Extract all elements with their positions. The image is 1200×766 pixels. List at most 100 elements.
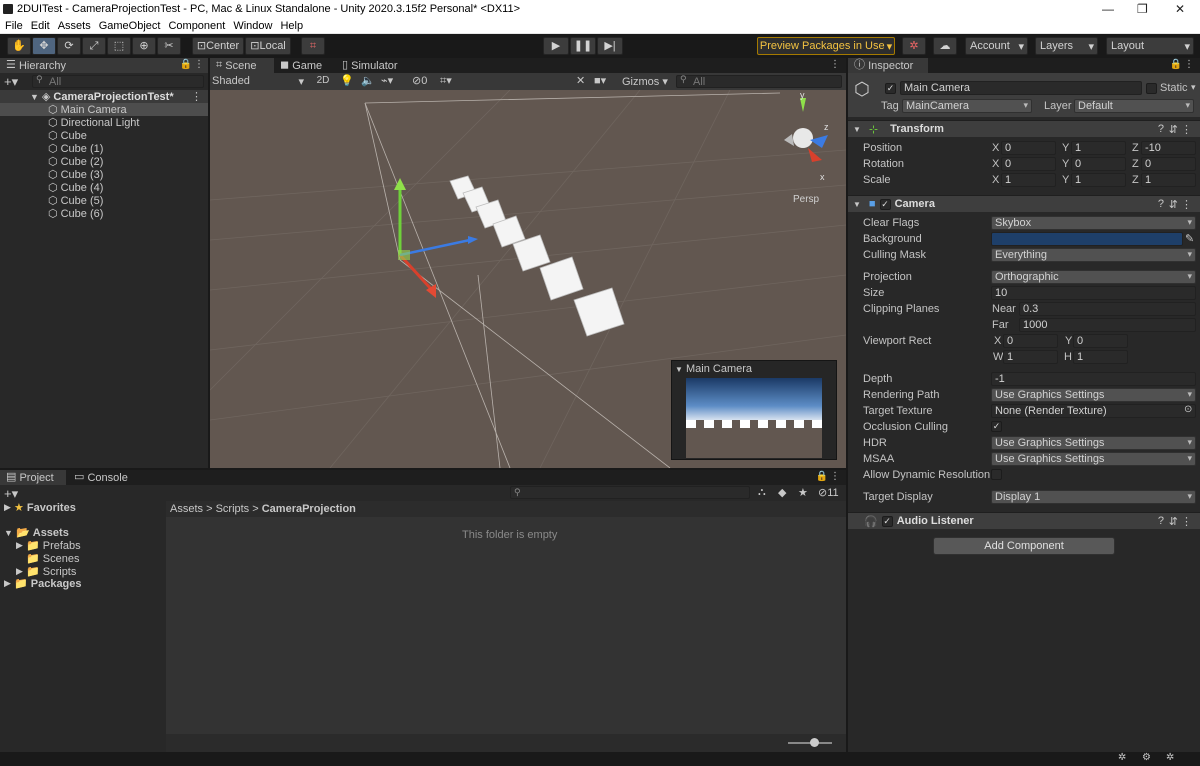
favorites-item[interactable]: ▶ ★ Favorites [4,501,76,515]
lock-icon[interactable]: 🔒 [816,471,828,482]
filter-label-icon[interactable]: ◆ [778,486,786,499]
tab-project[interactable]: ▤ Project [0,470,66,485]
position-x-field[interactable]: 0 [1001,141,1056,155]
camera-header[interactable]: ▼ ■ ✓ Camera ? ⇵ ⋮ [848,195,1200,212]
kebab-menu-icon[interactable]: ⋮ [830,471,840,482]
scene-search-input[interactable]: All [676,75,842,88]
rotation-y-field[interactable]: 0 [1071,157,1126,171]
tab-game[interactable]: ◼ Game [274,58,334,73]
audio-listener-checkbox[interactable]: ✓ [881,515,893,527]
persp-label[interactable]: Persp [793,194,820,205]
layer-dropdown[interactable]: Default [1074,99,1194,113]
presets-icon[interactable]: ⇵ [1169,198,1178,211]
project-search-input[interactable]: ⚲ [510,486,750,499]
play-button[interactable]: ▶ [543,37,569,55]
kebab-menu-icon[interactable]: ⋮ [830,59,840,70]
add-icon[interactable]: +▾ [4,74,18,90]
menu-window[interactable]: Window [233,20,272,32]
menu-edit[interactable]: Edit [31,20,50,32]
hierarchy-item[interactable]: ⬡ Cube (2) [0,155,208,169]
rotation-x-field[interactable]: 0 [1001,157,1056,171]
occlusion-culling-checkbox[interactable]: ✓ [991,421,1002,432]
viewport-h-field[interactable]: 1 [1073,350,1128,364]
position-y-field[interactable]: 1 [1071,141,1126,155]
scale-tool-icon[interactable]: ⤢ [82,37,106,55]
object-picker-icon[interactable]: ⊙ [1184,404,1192,415]
pivot-local-button[interactable]: ⊡ Local [245,37,291,55]
viewport-x-field[interactable]: 0 [1003,334,1058,348]
target-display-dropdown[interactable]: Display 1 [991,490,1196,504]
audio-listener-header[interactable]: 🎧 ✓ Audio Listener ? ⇵ ⋮ [848,512,1200,529]
hierarchy-item[interactable]: ⬡ Cube (1) [0,142,208,156]
hdr-dropdown[interactable]: Use Graphics Settings [991,436,1196,450]
assets-folder[interactable]: ▼ 📂 Assets [4,526,69,540]
lock-icon[interactable]: 🔒 [180,59,192,70]
filter-type-icon[interactable]: ⛬ [758,486,766,499]
position-z-field[interactable]: -10 [1141,141,1196,155]
size-field[interactable]: 10 [991,286,1196,300]
minimize-icon[interactable]: — [1102,2,1114,16]
pivot-center-button[interactable]: ⊡ Center [192,37,244,55]
transform-tool-icon[interactable]: ⊕ [132,37,156,55]
gizmos-dropdown[interactable]: Gizmos ▾ [622,75,668,88]
menu-assets[interactable]: Assets [58,20,91,32]
breadcrumb-current[interactable]: CameraProjection [262,503,356,515]
viewport-w-field[interactable]: 1 [1003,350,1058,364]
audio-icon[interactable]: 🔈 [361,74,375,87]
static-dropdown-icon[interactable]: ▾ [1191,82,1196,93]
presets-icon[interactable]: ⇵ [1169,123,1178,136]
tab-console[interactable]: ▭ Console [68,470,134,485]
static-checkbox[interactable] [1146,83,1157,94]
rect-tool-icon[interactable]: ⬚ [107,37,131,55]
hierarchy-item[interactable]: ⬡ Cube (5) [0,194,208,208]
favorite-star-icon[interactable]: ★ [798,486,808,499]
component-menu-icon[interactable]: ⋮ [1181,123,1192,136]
menu-gameobject[interactable]: GameObject [99,20,161,32]
scene-menu-icon[interactable]: ⋮ [191,90,202,103]
add-component-button[interactable]: Add Component [933,537,1115,555]
hierarchy-item[interactable]: ⬡ Cube (3) [0,168,208,182]
culling-mask-dropdown[interactable]: Everything [991,248,1196,262]
hidden-packages-icon[interactable]: ⊘11 [818,486,839,499]
viewport-y-field[interactable]: 0 [1073,334,1128,348]
presets-icon[interactable]: ⇵ [1169,515,1178,528]
move-tool-icon[interactable]: ✥ [32,37,56,55]
progress-icon[interactable]: ⚙ [1142,752,1151,763]
menu-file[interactable]: File [5,20,23,32]
hierarchy-search-input[interactable]: All [32,75,204,88]
custom-tool-icon[interactable]: ✂ [157,37,181,55]
breadcrumb-scripts[interactable]: Scripts [216,503,250,515]
2d-toggle[interactable]: 2D [313,75,333,88]
collab-icon[interactable]: ✲ [902,37,926,55]
component-menu-icon[interactable]: ⋮ [1181,198,1192,211]
breadcrumb-assets[interactable]: Assets [170,503,203,515]
camera-enabled-checkbox[interactable]: ✓ [879,198,891,210]
grid-toggle-icon[interactable]: ⌗▾ [440,74,452,88]
add-icon[interactable]: +▾ [4,486,18,502]
projection-dropdown[interactable]: Orthographic [991,270,1196,284]
hierarchy-scene-row[interactable]: ▼ ◈ CameraProjectionTest* ⋮ [0,90,208,103]
tools-icon[interactable]: ✕ [576,74,585,87]
close-icon[interactable]: ✕ [1175,2,1185,16]
rotate-tool-icon[interactable]: ⟳ [57,37,81,55]
rotation-z-field[interactable]: 0 [1141,157,1196,171]
scale-y-field[interactable]: 1 [1071,173,1126,187]
layout-dropdown[interactable]: Layout ▾ [1106,37,1194,55]
lock-icon[interactable]: 🔒 [1170,59,1182,70]
eyedropper-icon[interactable]: ✎ [1185,232,1194,245]
help-icon[interactable]: ? [1158,123,1164,135]
tag-dropdown[interactable]: MainCamera [902,99,1032,113]
folder-item[interactable]: 📁 Scenes [26,552,79,566]
msaa-dropdown[interactable]: Use Graphics Settings [991,452,1196,466]
kebab-menu-icon[interactable]: ⋮ [194,59,204,70]
restore-icon[interactable]: ❐ [1137,2,1148,16]
account-dropdown[interactable]: Account ▾ [965,37,1028,55]
dynamic-resolution-checkbox[interactable] [991,469,1002,480]
hierarchy-item[interactable]: ⬡ Cube (4) [0,181,208,195]
step-button[interactable]: ▶| [597,37,623,55]
tab-simulator[interactable]: ▯ Simulator [336,58,416,73]
menu-help[interactable]: Help [280,20,303,32]
tab-scene[interactable]: ⌗ Scene [210,58,274,73]
background-color-field[interactable] [991,232,1183,246]
active-checkbox[interactable]: ✓ [885,83,896,94]
